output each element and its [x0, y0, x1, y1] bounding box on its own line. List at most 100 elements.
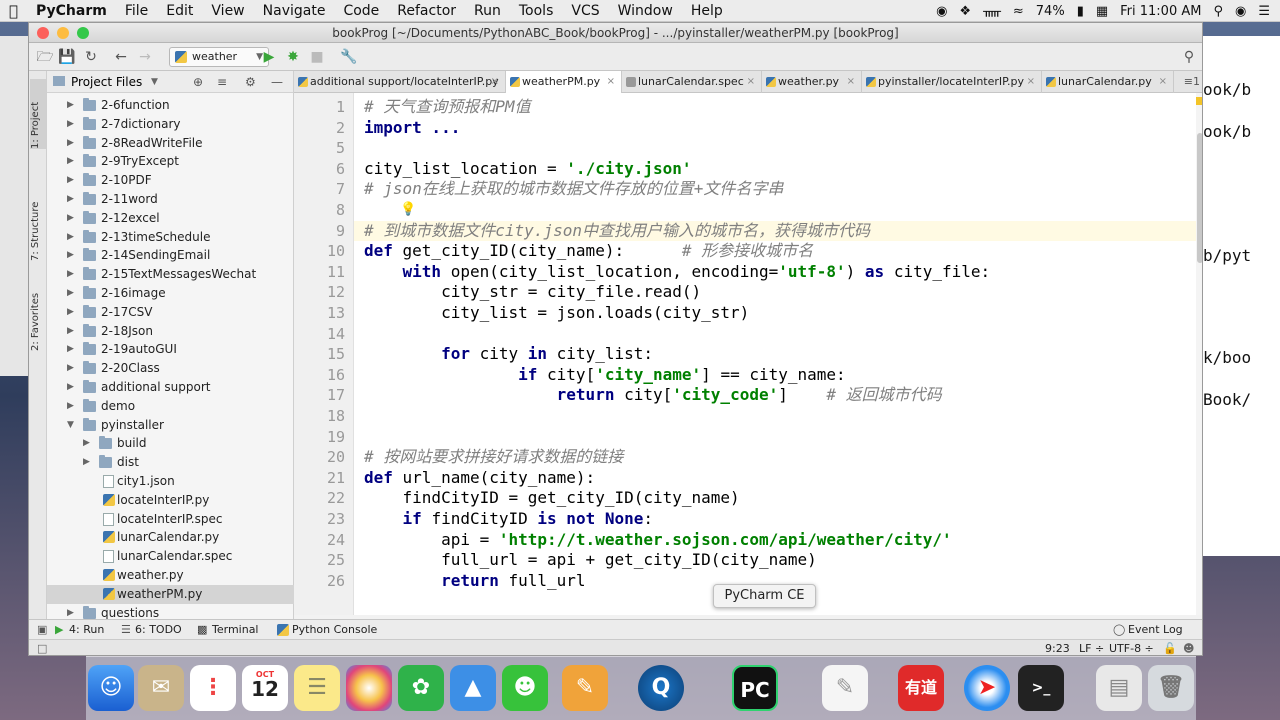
toggle-panels-icon[interactable]: ▣ — [37, 620, 47, 640]
tabs-overflow-icon[interactable]: ≡1 — [1184, 71, 1200, 93]
background-window[interactable]: ook/b ook/b b/pyt k/boo Book/ — [1200, 36, 1280, 556]
notes-icon[interactable]: ☰ — [294, 665, 340, 711]
spotlight-icon[interactable]: ⚲ — [1213, 4, 1223, 19]
close-tab-icon[interactable]: × — [847, 71, 855, 93]
tree-folder[interactable]: ▼ pyinstaller — [47, 416, 294, 435]
close-tab-icon[interactable]: × — [747, 71, 755, 93]
debug-icon[interactable]: ✸ — [283, 47, 303, 67]
mail-icon[interactable]: ✉ — [138, 665, 184, 711]
tree-folder[interactable]: ▶ 2-19autoGUI — [47, 340, 294, 359]
tree-folder[interactable]: ▶ 2-18Json — [47, 322, 294, 341]
close-window-icon[interactable] — [37, 27, 49, 39]
search-everywhere-icon[interactable]: ⚲ — [1179, 47, 1199, 67]
clock[interactable]: Fri 11:00 AM — [1120, 4, 1201, 19]
tool-run[interactable]: 4: Run — [69, 620, 104, 640]
tab-structure[interactable]: 7: Structure — [30, 181, 46, 261]
chevron-right-icon[interactable]: ▶ — [67, 152, 74, 171]
menu-edit[interactable]: Edit — [157, 3, 202, 19]
chevron-right-icon[interactable]: ▶ — [67, 303, 74, 322]
calendar-icon[interactable]: OCT 12 — [242, 665, 288, 711]
user-icon[interactable]: ◉ — [1235, 4, 1246, 19]
wechat-icon[interactable]: ☻ — [502, 665, 548, 711]
save-icon[interactable]: 💾 — [57, 47, 77, 67]
chevron-right-icon[interactable]: ▶ — [67, 209, 74, 228]
tree-folder[interactable]: ▶ 2-8ReadWriteFile — [47, 134, 294, 153]
record-icon[interactable]: ◉ — [936, 4, 947, 19]
minimize-window-icon[interactable] — [57, 27, 69, 39]
menu-view[interactable]: View — [202, 3, 253, 19]
menu-file[interactable]: File — [116, 3, 157, 19]
input-flag-icon[interactable]: ▦ — [1096, 4, 1108, 19]
file-encoding[interactable]: UTF-8 ÷ — [1109, 640, 1154, 655]
wifi-icon[interactable]: ≈ — [1013, 4, 1024, 19]
line-separator[interactable]: LF ÷ — [1079, 640, 1104, 655]
zoom-window-icon[interactable] — [77, 27, 89, 39]
editor-scrollbar[interactable] — [1196, 93, 1202, 615]
chevron-right-icon[interactable]: ▶ — [67, 246, 74, 265]
tree-folder[interactable]: ▶ additional support — [47, 378, 294, 397]
chevron-right-icon[interactable]: ▶ — [67, 228, 74, 247]
chevron-right-icon[interactable]: ▶ — [67, 96, 74, 115]
tree-folder[interactable]: ▶ build — [47, 434, 294, 453]
tool-todo[interactable]: 6: TODO — [135, 620, 182, 640]
tree-folder[interactable]: ▶ 2-10PDF — [47, 171, 294, 190]
finder-icon[interactable]: ☺ — [88, 665, 134, 711]
wrench-icon[interactable]: 🔧 — [339, 47, 359, 67]
code-editor[interactable]: # 天气查询预报和PM值 import ... city_list_location… — [354, 93, 1196, 615]
editor-tab[interactable]: weather.py × — [762, 71, 862, 93]
tree-folder[interactable]: ▶ 2-13timeSchedule — [47, 228, 294, 247]
tree-file[interactable]: locateInterIP.spec — [47, 510, 294, 529]
run-icon[interactable]: ▶ — [259, 47, 279, 67]
chevron-right-icon[interactable]: ▶ — [67, 171, 74, 190]
evernote-icon[interactable]: ✿ — [398, 665, 444, 711]
editor-tab[interactable]: pyinstaller/locateInterIP.py × — [862, 71, 1042, 93]
chevron-right-icon[interactable]: ▶ — [83, 453, 90, 472]
window-titlebar[interactable]: bookProg [~/Documents/PythonABC_Book/boo… — [29, 23, 1202, 43]
tree-folder[interactable]: ▶ 2-9TryExcept — [47, 152, 294, 171]
lock-icon[interactable]: 🔓 — [1163, 640, 1177, 655]
chevron-right-icon[interactable]: ▶ — [67, 134, 74, 153]
open-folder-icon[interactable]: 🗁 — [35, 47, 55, 67]
forward-icon[interactable]: → — [135, 47, 155, 67]
tool-python-console[interactable]: Python Console — [292, 620, 377, 640]
close-tab-icon[interactable]: × — [1027, 71, 1035, 93]
tree-folder[interactable]: ▶ 2-6function — [47, 96, 294, 115]
apple-menu-icon[interactable]:  — [0, 2, 27, 20]
chevron-down-icon[interactable]: ▼ — [67, 416, 74, 435]
tree-folder[interactable]: ▶ dist — [47, 453, 294, 472]
tree-file[interactable]: city1.json — [47, 472, 294, 491]
gear-icon[interactable]: ⚙ — [245, 71, 256, 93]
tool-event-log[interactable]: Event Log — [1128, 620, 1183, 640]
chevron-right-icon[interactable]: ▶ — [67, 378, 74, 397]
chevron-down-icon[interactable]: ▼ — [151, 71, 158, 93]
scroll-from-source-icon[interactable]: ⊕ — [193, 71, 203, 93]
tree-file[interactable]: lunarCalendar.spec — [47, 547, 294, 566]
tree-folder[interactable]: ▶ 2-17CSV — [47, 303, 294, 322]
inspection-warning-icon[interactable] — [1196, 97, 1202, 105]
chevron-right-icon[interactable]: ▶ — [83, 434, 90, 453]
reminders-icon[interactable]: ⋮ — [190, 665, 236, 711]
quicktime-icon[interactable]: Q — [638, 665, 684, 711]
tree-folder[interactable]: ▶ demo — [47, 397, 294, 416]
editor-tab[interactable]: lunarCalendar.py × — [1042, 71, 1174, 93]
chevron-right-icon[interactable]: ▶ — [67, 340, 74, 359]
youdao-icon[interactable]: 有道 — [898, 665, 944, 711]
terminal-dock-icon[interactable]: >_ — [1018, 665, 1064, 711]
notification-center-icon[interactable]: ☰ — [1258, 4, 1270, 19]
menu-code[interactable]: Code — [334, 3, 388, 19]
hide-panel-icon[interactable]: — — [271, 71, 283, 93]
editor-tab[interactable]: lunarCalendar.spec × — [622, 71, 762, 93]
close-tab-icon[interactable]: × — [607, 71, 615, 93]
battery-percent[interactable]: 74% — [1036, 4, 1065, 19]
tree-folder[interactable]: ▶ 2-7dictionary — [47, 115, 294, 134]
inspector-icon[interactable]: ☻ — [1183, 640, 1194, 655]
scrollbar-thumb[interactable] — [1197, 133, 1202, 263]
intention-bulb-icon[interactable]: 💡 — [400, 202, 416, 217]
status-layout-icon[interactable]: □ — [37, 640, 47, 655]
menu-window[interactable]: Window — [609, 3, 682, 19]
menu-help[interactable]: Help — [682, 3, 732, 19]
chevron-right-icon[interactable]: ▶ — [67, 265, 74, 284]
tree-folder[interactable]: ▶ 2-16image — [47, 284, 294, 303]
bluetooth-icon[interactable]: ᚅ — [983, 4, 1001, 19]
close-tab-icon[interactable]: × — [491, 71, 499, 93]
